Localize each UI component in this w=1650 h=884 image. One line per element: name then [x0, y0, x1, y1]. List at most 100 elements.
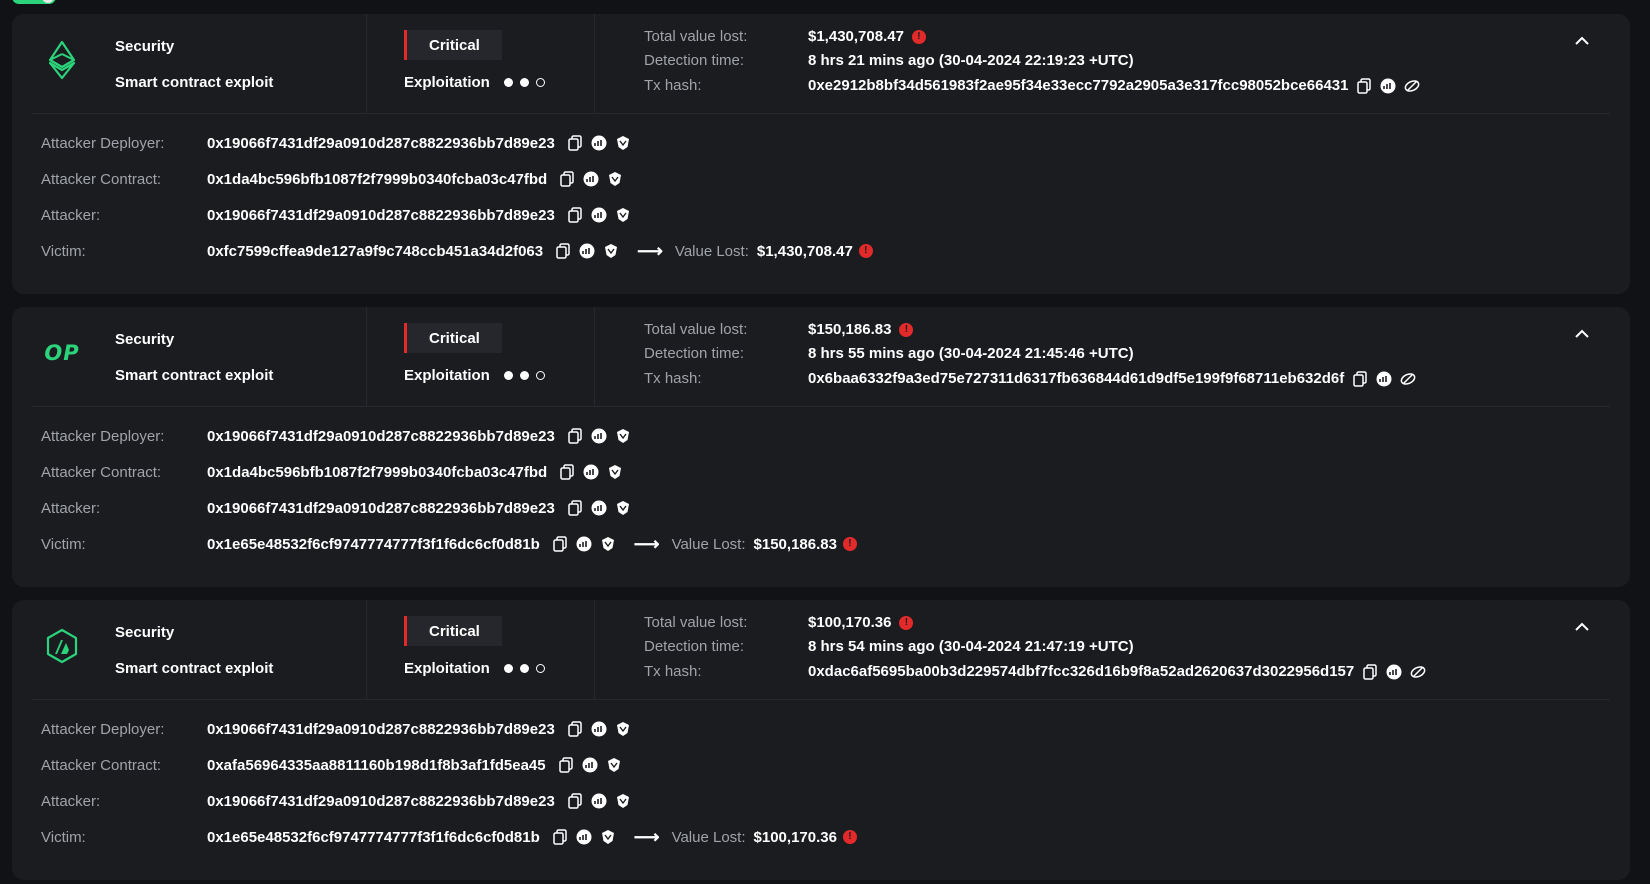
incident-header[interactable]: OP Security Smart contract exploit Criti…	[32, 307, 1610, 407]
shield-icon[interactable]	[603, 243, 619, 259]
shield-icon[interactable]	[615, 207, 631, 223]
attacker-deployer-address[interactable]: 0x19066f7431df29a0910d287c8822936bb7d89e…	[207, 721, 555, 738]
shield-icon[interactable]	[615, 721, 631, 737]
tx-trace-icon[interactable]	[1400, 371, 1416, 387]
victim-row: Victim: 0x1e65e48532f6cf9747774777f3f1f6…	[41, 826, 857, 848]
attacker-address[interactable]: 0x19066f7431df29a0910d287c8822936bb7d89e…	[207, 500, 555, 517]
tx-hash: 0xe2912b8bf34d561983f2ae95f34e33ecc7792a…	[808, 77, 1420, 94]
detection-time-label: Detection time:	[644, 345, 745, 362]
copy-icon[interactable]	[567, 793, 583, 809]
copy-icon[interactable]	[567, 207, 583, 223]
attacker-contract-address[interactable]: 0x1da4bc596bfb1087f2f7999b0340fcba03c47f…	[207, 464, 547, 481]
tx-hash: 0x6baa6332f9a3ed75e727311d6317fb636844d6…	[808, 370, 1416, 387]
explorer-icon[interactable]	[591, 500, 607, 516]
shield-icon[interactable]	[615, 500, 631, 516]
copy-icon[interactable]	[558, 757, 574, 773]
explorer-icon[interactable]	[576, 829, 592, 845]
stage-indicator: Exploitation	[404, 74, 545, 91]
incident-category: Security	[115, 331, 175, 348]
explorer-icon[interactable]	[582, 757, 598, 773]
tx-trace-icon[interactable]	[1410, 664, 1426, 680]
explorer-icon[interactable]	[591, 135, 607, 151]
attacker-deployer-address[interactable]: 0x19066f7431df29a0910d287c8822936bb7d89e…	[207, 135, 555, 152]
collapse-chevron-icon[interactable]	[1572, 323, 1592, 343]
shield-icon[interactable]	[615, 793, 631, 809]
filter-toggle[interactable]	[12, 0, 56, 4]
shield-icon[interactable]	[615, 135, 631, 151]
incident-card: OP Security Smart contract exploit Criti…	[12, 307, 1630, 587]
attacker-deployer-address[interactable]: 0x19066f7431df29a0910d287c8822936bb7d89e…	[207, 428, 555, 445]
divider	[594, 600, 595, 700]
victim-address[interactable]: 0xfc7599cffea9de127a9f9c748ccb451a34d2f0…	[207, 243, 543, 260]
victim-address[interactable]: 0x1e65e48532f6cf9747774777f3f1f6dc6cf0d8…	[207, 536, 540, 553]
victim-row: Victim: 0x1e65e48532f6cf9747774777f3f1f6…	[41, 533, 857, 555]
copy-icon[interactable]	[559, 171, 575, 187]
stage-dots	[503, 371, 545, 380]
explorer-icon[interactable]	[591, 793, 607, 809]
arbitrum-icon	[42, 626, 82, 666]
attacker-contract-row: Attacker Contract: 0x1da4bc596bfb1087f2f…	[41, 461, 623, 483]
stage-label: Exploitation	[404, 367, 490, 384]
collapse-chevron-icon[interactable]	[1572, 616, 1592, 636]
incident-category: Security	[115, 38, 175, 55]
copy-icon[interactable]	[552, 829, 568, 845]
incident-header[interactable]: Security Smart contract exploit Critical…	[32, 14, 1610, 114]
detection-time-label: Detection time:	[644, 52, 745, 69]
shield-icon[interactable]	[600, 536, 616, 552]
attacker-contract-address[interactable]: 0xafa56964335aa8811160b198d1f8b3af1fd5ea…	[207, 757, 546, 774]
attacker-deployer-row: Attacker Deployer: 0x19066f7431df29a0910…	[41, 718, 631, 740]
shield-icon[interactable]	[615, 428, 631, 444]
explorer-icon[interactable]	[591, 207, 607, 223]
total-value-lost: $1,430,708.47	[808, 28, 926, 45]
attacker-deployer-row: Attacker Deployer: 0x19066f7431df29a0910…	[41, 425, 631, 447]
explorer-icon[interactable]	[1386, 664, 1402, 680]
explorer-icon[interactable]	[576, 536, 592, 552]
alert-icon	[858, 244, 873, 258]
copy-icon[interactable]	[1362, 663, 1378, 680]
attacker-contract-address[interactable]: 0x1da4bc596bfb1087f2f7999b0340fcba03c47f…	[207, 171, 547, 188]
copy-icon[interactable]	[1352, 370, 1368, 387]
alert-icon	[842, 537, 857, 551]
divider	[366, 14, 367, 114]
copy-icon[interactable]	[1356, 77, 1372, 94]
explorer-icon[interactable]	[579, 243, 595, 259]
alert-icon	[899, 615, 914, 630]
explorer-icon[interactable]	[1380, 78, 1396, 94]
alert-icon	[899, 322, 914, 337]
shield-icon[interactable]	[607, 464, 623, 480]
explorer-icon[interactable]	[583, 171, 599, 187]
copy-icon[interactable]	[555, 243, 571, 259]
shield-icon[interactable]	[600, 829, 616, 845]
incident-header[interactable]: Security Smart contract exploit Critical…	[32, 600, 1610, 700]
copy-icon[interactable]	[567, 500, 583, 516]
explorer-icon[interactable]	[591, 428, 607, 444]
detection-time: 8 hrs 21 mins ago (30-04-2024 22:19:23 +…	[808, 52, 1134, 69]
copy-icon[interactable]	[559, 464, 575, 480]
value-lost-label: Value Lost:	[674, 242, 749, 260]
value-lost-label: Value Lost:	[671, 535, 746, 553]
copy-icon[interactable]	[567, 428, 583, 444]
shield-icon[interactable]	[607, 171, 623, 187]
stage-dots	[503, 78, 545, 87]
explorer-icon[interactable]	[583, 464, 599, 480]
attacker-contract-label: Attacker Contract:	[41, 756, 162, 774]
explorer-icon[interactable]	[1376, 371, 1392, 387]
shield-icon[interactable]	[606, 757, 622, 773]
arrow-right-icon: ⟶	[633, 533, 660, 554]
collapse-chevron-icon[interactable]	[1572, 30, 1592, 50]
tx-trace-icon[interactable]	[1404, 78, 1420, 94]
copy-icon[interactable]	[567, 721, 583, 737]
value-lost: $1,430,708.47	[756, 242, 853, 260]
arrow-right-icon: ⟶	[637, 240, 663, 261]
explorer-icon[interactable]	[591, 721, 607, 737]
incident-type: Smart contract exploit	[115, 367, 274, 384]
detection-time: 8 hrs 54 mins ago (30-04-2024 21:47:19 +…	[808, 638, 1134, 655]
attacker-address[interactable]: 0x19066f7431df29a0910d287c8822936bb7d89e…	[207, 793, 555, 810]
copy-icon[interactable]	[552, 536, 568, 552]
attacker-address[interactable]: 0x19066f7431df29a0910d287c8822936bb7d89e…	[207, 207, 555, 224]
victim-address[interactable]: 0x1e65e48532f6cf9747774777f3f1f6dc6cf0d8…	[207, 829, 540, 846]
copy-icon[interactable]	[567, 135, 583, 151]
total-value-lost-label: Total value lost:	[644, 614, 748, 631]
ethereum-icon	[42, 40, 82, 80]
total-value-lost-label: Total value lost:	[644, 321, 748, 338]
